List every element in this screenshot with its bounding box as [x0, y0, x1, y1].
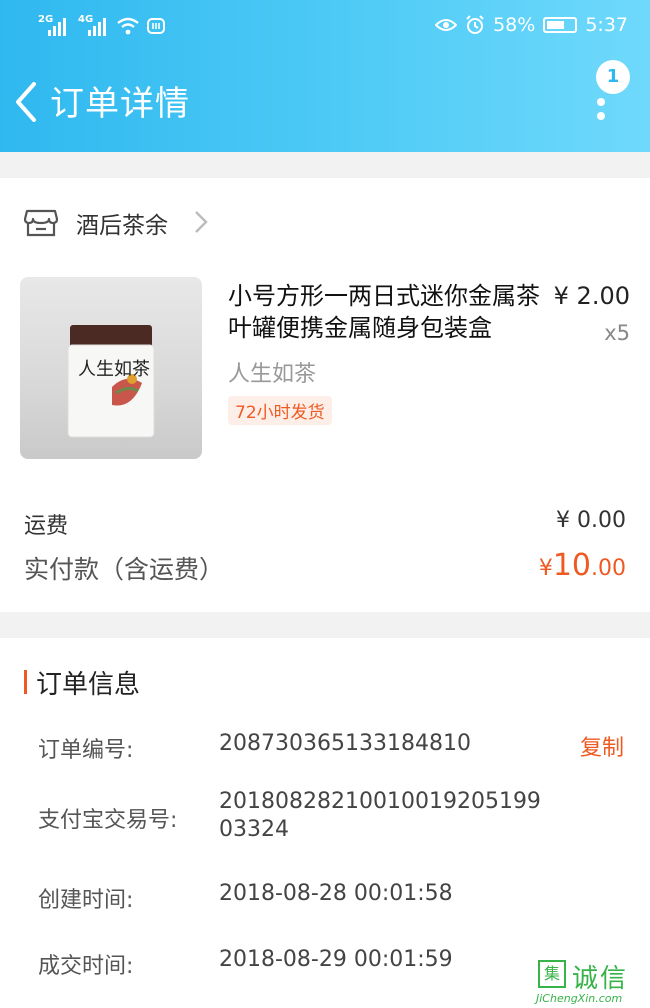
paid-currency: ¥: [538, 556, 553, 581]
tea-tin-image: 人生如茶: [67, 325, 155, 438]
order-info-card: 订单信息 订单编号: 208730365133184810 复制 支付宝交易号:…: [0, 638, 650, 1008]
shipping-value: ¥ 0.00: [556, 508, 626, 533]
product-quantity: x5: [604, 321, 630, 345]
alipay-trade-value: 20180828210010019205199 03324: [219, 789, 541, 842]
watermark-url: JiChengXin.com: [536, 992, 623, 1005]
shipping-tag: 72小时发货: [228, 396, 332, 425]
back-arrow-icon[interactable]: [14, 82, 38, 122]
watermark-box: 集: [538, 960, 566, 988]
paid-label: 实付款（含运费）: [24, 555, 225, 584]
tin-label: 人生如茶: [78, 359, 150, 380]
app-header: 2G 4G 58% 5:37 订单详情 1: [0, 0, 650, 152]
paid-amount: ¥10.00: [539, 548, 626, 583]
product-name[interactable]: 小号方形一两日式迷你金属茶叶罐便携金属随身包装盒: [228, 280, 548, 344]
battery-percent: 58%: [493, 14, 536, 36]
alipay-trade-label: 支付宝交易号:: [38, 808, 178, 833]
created-time-value: 2018-08-28 00:01:58: [219, 881, 453, 906]
battery-icon: [543, 17, 578, 33]
copy-button[interactable]: 复制: [580, 730, 624, 762]
deal-time-label: 成交时间:: [38, 954, 134, 979]
page-title: 订单详情: [50, 84, 190, 124]
watermark-text: 诚信: [572, 964, 629, 994]
signal-icon: [48, 18, 72, 36]
clock: 5:37: [585, 14, 628, 36]
alarm-icon: [466, 15, 484, 34]
store-icon: [24, 209, 58, 237]
product-sku: 人生如茶: [228, 362, 317, 387]
shipping-label: 运费: [24, 514, 69, 539]
section-accent-bar: [24, 670, 27, 694]
chevron-right-icon[interactable]: [194, 210, 208, 234]
paid-decimal: .00: [591, 556, 626, 581]
product-price: ¥ 2.00: [553, 282, 630, 310]
product-image[interactable]: 人生如茶: [20, 277, 202, 459]
order-number-label: 订单编号:: [38, 738, 134, 763]
section-title: 订单信息: [36, 670, 141, 700]
message-badge[interactable]: 1: [596, 60, 630, 94]
order-number-value: 208730365133184810: [219, 731, 471, 756]
eye-icon: [435, 19, 458, 31]
watermark-logo: 集 诚信 JiChengXin.com: [532, 956, 650, 1008]
deal-time-value: 2018-08-29 00:01:59: [219, 947, 453, 972]
shop-name[interactable]: 酒后茶余: [76, 206, 168, 240]
paid-integer: 10: [552, 548, 591, 583]
nfc-icon: [147, 18, 165, 34]
signal-icon: [88, 18, 112, 36]
created-time-label: 创建时间:: [38, 888, 134, 913]
status-bar: 2G 4G 58% 5:37: [0, 0, 650, 52]
wifi-icon: [117, 17, 139, 35]
order-card: 酒后茶余 人生如茶 小号方形一两日式迷你金属茶叶罐便携金属随身包装盒 ¥ 2.0…: [0, 178, 650, 612]
